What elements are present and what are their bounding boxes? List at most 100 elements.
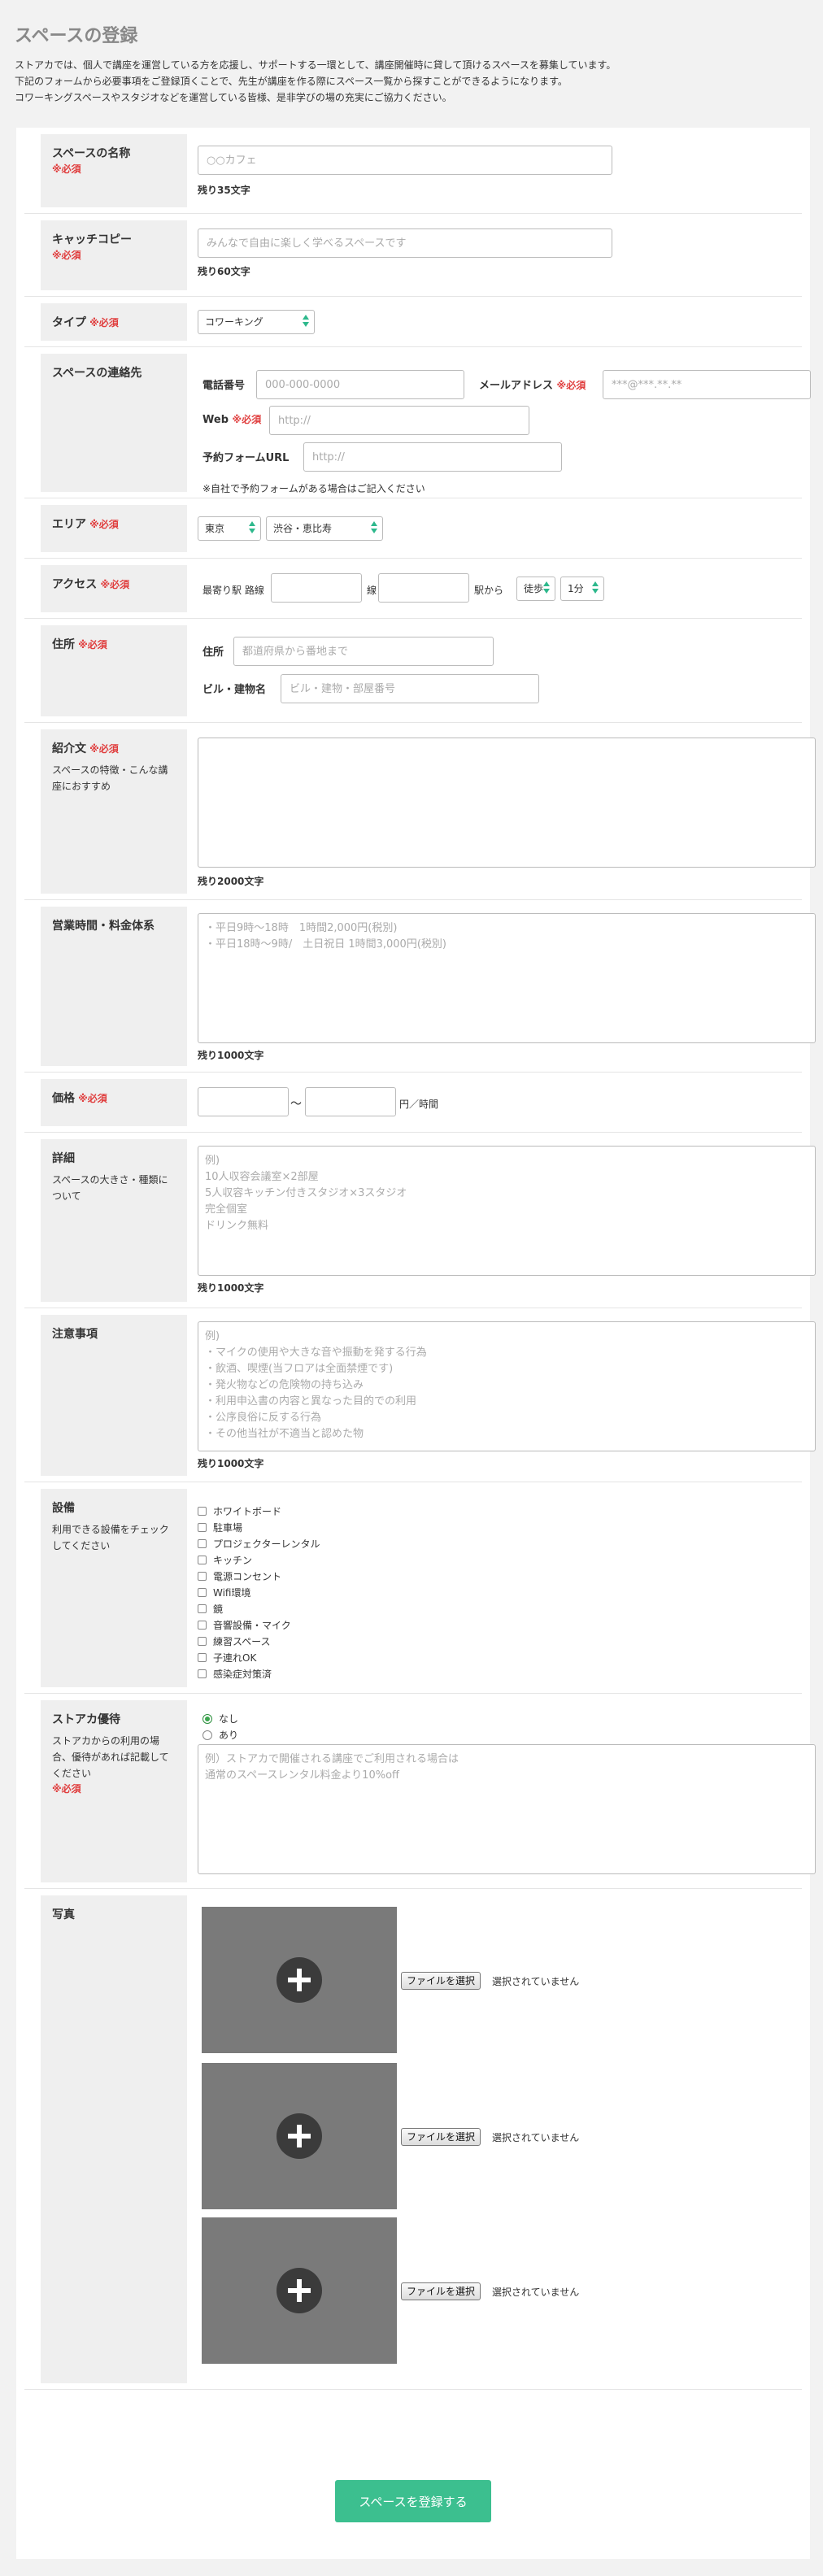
web-label-text: Web [202,414,229,426]
radio-label: なし [219,1713,239,1725]
building-label: ビル・建物名 [202,684,267,696]
field-label: タイプ [52,316,86,329]
reserve-form-input[interactable] [303,442,562,472]
checkbox-label: 子連れOK [213,1652,257,1664]
phone-input[interactable] [256,370,464,399]
field-label: アクセス [52,578,98,591]
checkbox-icon [198,1588,207,1597]
field-description: スペースの大きさ・種類について [52,1174,168,1202]
row-hours: 営業時間・料金体系 残り1000文字 [24,900,816,1073]
equipment-checkbox[interactable]: 電源コンセント [198,1569,281,1585]
checkbox-label: 感染症対策済 [213,1669,272,1680]
checkbox-label: 電源コンセント [213,1571,282,1582]
equipment-checkbox[interactable]: キッチン [198,1552,252,1569]
checkbox-icon [198,1539,207,1548]
file-status: 選択されていません [492,2132,580,2143]
required-mark: ※必須 [89,519,119,530]
photo-upload-area[interactable] [202,2063,397,2209]
transport-mode-select[interactable]: 徒歩 [516,577,555,601]
choose-file-button[interactable]: ファイルを選択 [401,2282,481,2300]
label-cell: 設備 利用できる設備をチェックしてください [41,1489,187,1687]
required-mark: ※必須 [78,1093,107,1104]
label-cell: スペースの名称 ※必須 [41,134,187,207]
file-status: 選択されていません [492,2287,580,2298]
checkbox-icon [198,1572,207,1581]
equipment-checkbox[interactable]: 感染症対策済 [198,1666,272,1682]
checkbox-label: 駐車場 [213,1522,243,1534]
remaining-count: 残り60文字 [198,266,250,277]
choose-file-button[interactable]: ファイルを選択 [401,2128,481,2146]
required-mark: ※必須 [78,639,107,651]
label-cell: アクセス ※必須 [41,565,187,612]
label-cell: 写真 [41,1895,187,2383]
register-space-button[interactable]: スペースを登録する [335,2480,491,2522]
equipment-checkbox[interactable]: 練習スペース [198,1634,271,1650]
field-description: 利用できる設備をチェックしてください [52,1524,169,1551]
building-input[interactable] [281,674,539,703]
equipment-checkbox[interactable]: 駐車場 [198,1520,242,1536]
row-type: タイプ ※必須 コワーキング [24,297,802,347]
checkbox-label: 音響設備・マイク [213,1620,291,1631]
type-select[interactable]: コワーキング [198,310,315,334]
benefit-radio-yes[interactable]: あり [202,1728,238,1743]
photo-upload-area[interactable] [202,2217,397,2364]
required-mark: ※必須 [52,250,81,261]
select-arrows-icon [249,521,255,536]
notes-textarea[interactable] [198,1321,816,1451]
intro-line: 下記のフォームから必要事項をご登録頂くことで、先生が講座を作る際にスペース一覧か… [15,76,568,87]
field-description: ストアカからの利用の場合、優待があれば記載してください [52,1735,169,1779]
field-label: スペースの連絡先 [52,367,142,380]
select-arrows-icon [543,581,550,596]
introduction-textarea[interactable] [198,738,816,868]
catch-copy-input[interactable] [198,228,612,258]
field-label: 価格 [52,1092,75,1105]
checkbox-label: キッチン [213,1555,253,1566]
line-input[interactable] [271,573,362,603]
phone-label: 電話番号 [202,380,246,392]
benefit-radio-none[interactable]: なし [202,1712,238,1726]
equipment-checkbox[interactable]: 音響設備・マイク [198,1617,291,1634]
address-input[interactable] [233,637,494,666]
photo-upload-area[interactable] [202,1907,397,2053]
choose-file-button[interactable]: ファイルを選択 [401,1972,481,1990]
details-textarea[interactable] [198,1146,816,1276]
label-cell: 価格 ※必須 [41,1079,187,1126]
hours-textarea[interactable] [198,913,816,1043]
row-space-name: スペースの名称 ※必須 残り35文字 [24,128,802,214]
station-suffix: 駅から [474,585,504,596]
radio-icon [202,1730,212,1740]
select-value: 渋谷・恵比寿 [273,523,333,534]
equipment-checkbox[interactable]: ホワイトボード [198,1503,281,1520]
price-min-input[interactable] [198,1087,289,1116]
minutes-select[interactable]: 1分 [560,577,604,601]
station-input[interactable] [378,573,469,603]
row-notes: 注意事項 残り1000文字 [24,1308,816,1482]
plus-icon [277,2113,322,2159]
required-mark: ※必須 [89,743,119,755]
equipment-checkbox[interactable]: Wifi環境 [198,1585,251,1601]
email-input[interactable] [603,370,811,399]
reserve-form-label: 予約フォームURL [202,452,290,464]
intro-line: ストアカでは、個人で講座を運営している方を応援し、サポートする一環として、講座開… [15,59,616,71]
price-max-input[interactable] [305,1087,396,1116]
checkbox-label: プロジェクターレンタル [213,1538,320,1550]
equipment-checkbox[interactable]: 鏡 [198,1601,223,1617]
equipment-checkbox[interactable]: プロジェクターレンタル [198,1536,320,1552]
remaining-count: 残り2000文字 [198,876,264,887]
select-value: コワーキング [205,316,263,328]
district-select[interactable]: 渋谷・恵比寿 [266,516,383,541]
field-label: 注意事項 [52,1328,98,1341]
prefecture-select[interactable]: 東京 [198,516,261,541]
checkbox-icon [198,1523,207,1532]
row-details: 詳細 スペースの大きさ・種類について 残り1000文字 [24,1133,816,1308]
intro-text: ストアカでは、個人で講座を運営している方を応援し、サポートする一環として、講座開… [15,57,616,106]
benefit-textarea[interactable] [198,1744,816,1874]
equipment-checkbox[interactable]: 子連れOK [198,1650,256,1666]
label-cell: キャッチコピー ※必須 [41,220,187,290]
checkbox-label: ホワイトボード [213,1506,282,1517]
space-name-input[interactable] [198,146,612,175]
checkbox-label: 鏡 [213,1603,224,1615]
web-input[interactable] [269,406,529,435]
select-value: 東京 [205,523,225,534]
select-arrows-icon [371,521,377,536]
